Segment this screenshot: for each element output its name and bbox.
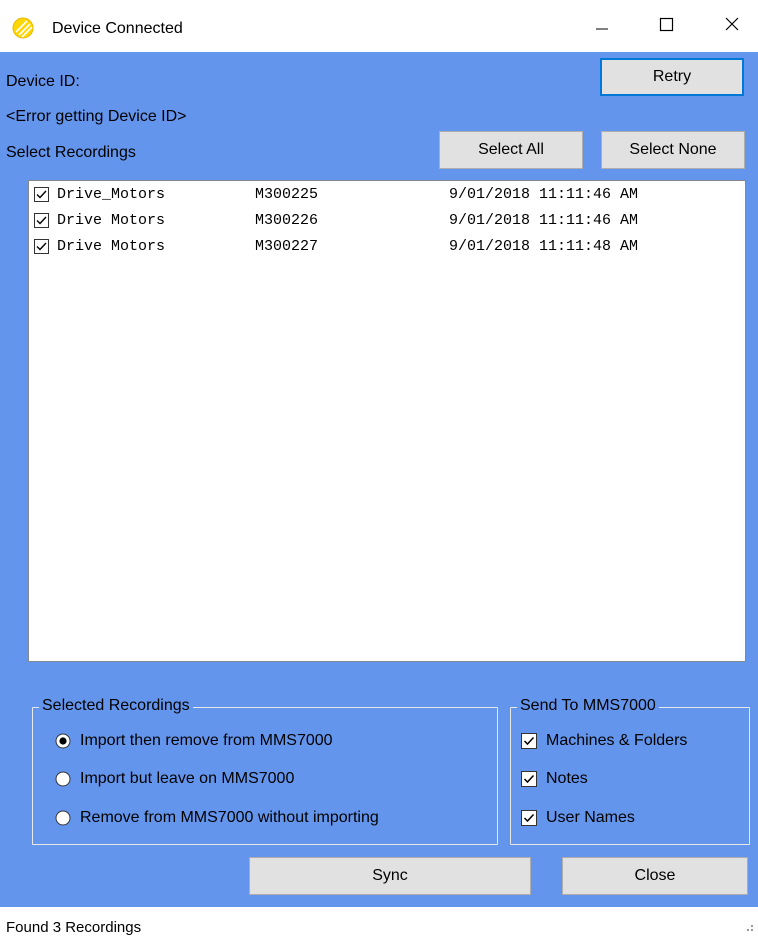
recording-name: Drive_Motors [57,186,166,203]
recording-code: M300225 [255,186,319,203]
minimize-icon [594,16,610,37]
close-icon [724,16,740,37]
recording-row[interactable]: Drive_Motors M300225 9/01/2018 11:11:46 … [31,182,743,208]
status-bar: Found 3 Recordings [0,907,758,941]
device-id-label: Device ID: [6,73,80,90]
recording-checkbox[interactable] [34,187,49,202]
radio-unselected-icon[interactable] [55,771,71,787]
option-label: Notes [546,770,588,787]
close-window-button[interactable] [706,0,758,52]
minimize-button[interactable] [576,0,628,52]
recording-code: M300226 [255,212,319,229]
send-machines-folders[interactable]: Machines & Folders [521,732,687,750]
recording-row[interactable]: Drive Motors M300227 9/01/2018 11:11:48 … [31,234,743,260]
checkbox-checked-icon[interactable] [521,810,537,826]
radio-unselected-icon[interactable] [55,810,71,826]
dialog-body: Device ID: <Error getting Device ID> Sel… [0,52,758,907]
recording-checkbox[interactable] [34,213,49,228]
send-to-group: Send To MMS7000 Machines & Folders Notes… [510,697,750,845]
send-user-names[interactable]: User Names [521,809,635,827]
radio-selected-icon[interactable] [55,733,71,749]
checkbox-checked-icon[interactable] [521,771,537,787]
resize-grip-icon[interactable] [742,919,754,937]
option-label: Remove from MMS7000 without importing [80,809,379,826]
recording-row[interactable]: Drive Motors M300226 9/01/2018 11:11:46 … [31,208,743,234]
select-recordings-label: Select Recordings [6,144,136,161]
status-text: Found 3 Recordings [6,919,142,936]
recording-code: M300227 [255,238,319,255]
selected-recordings-group: Selected Recordings Import then remove f… [32,697,498,845]
option-import-but-leave[interactable]: Import but leave on MMS7000 [55,770,294,788]
maximize-button[interactable] [640,0,692,52]
send-notes[interactable]: Notes [521,770,588,788]
close-button[interactable]: Close [562,857,748,895]
recordings-list[interactable]: Drive_Motors M300225 9/01/2018 11:11:46 … [28,180,746,662]
app-logo-icon [12,17,34,39]
send-to-legend: Send To MMS7000 [517,697,659,715]
checkbox-checked-icon[interactable] [521,733,537,749]
title-bar[interactable]: Device Connected [0,0,758,52]
recording-name: Drive Motors [57,212,166,229]
selected-recordings-legend: Selected Recordings [39,697,193,715]
option-label: User Names [546,809,635,826]
device-id-value: <Error getting Device ID> [6,108,187,125]
device-connected-window: Device Connected Device ID: <Error getti… [0,0,758,941]
option-label: Import but leave on MMS7000 [80,770,295,787]
window-title: Device Connected [52,20,183,37]
recording-name: Drive Motors [57,238,166,255]
recording-datetime: 9/01/2018 11:11:46 AM [449,212,639,229]
retry-button[interactable]: Retry [600,58,744,96]
option-label: Machines & Folders [546,732,688,749]
select-all-button[interactable]: Select All [439,131,583,169]
option-import-then-remove[interactable]: Import then remove from MMS7000 [55,732,333,750]
option-remove-without-importing[interactable]: Remove from MMS7000 without importing [55,809,379,827]
maximize-icon [658,16,674,37]
select-none-button[interactable]: Select None [601,131,745,169]
option-label: Import then remove from MMS7000 [80,732,333,749]
sync-button[interactable]: Sync [249,857,531,895]
recording-datetime: 9/01/2018 11:11:46 AM [449,186,639,203]
recording-checkbox[interactable] [34,239,49,254]
recording-datetime: 9/01/2018 11:11:48 AM [449,238,639,255]
